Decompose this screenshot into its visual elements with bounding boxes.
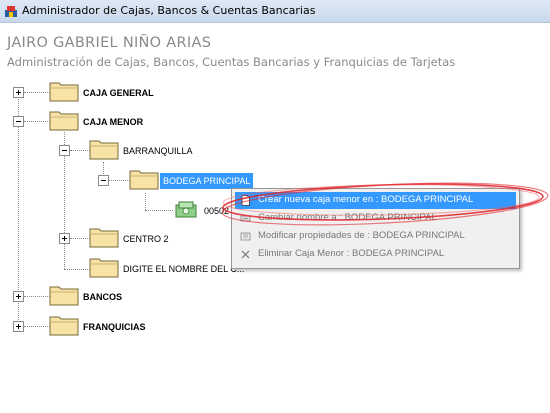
tree-node-barranquilla[interactable]: BARRANQUILLA xyxy=(123,145,193,157)
folder-icon xyxy=(49,111,79,131)
new-document-icon xyxy=(241,195,250,206)
menu-item-crear-caja-menor[interactable]: Crear nueva caja menor en : BODEGA PRINC… xyxy=(235,192,516,209)
collapse-bodega-principal[interactable] xyxy=(98,175,109,186)
delete-icon xyxy=(241,250,250,259)
menu-item-cambiar-nombre[interactable]: Cambiar nombre a : BODEGA PRINCIPAL xyxy=(235,210,516,227)
folder-icon xyxy=(89,258,119,278)
tree-line xyxy=(24,92,50,93)
folder-icon xyxy=(49,316,79,336)
tree-line xyxy=(70,238,90,239)
tree-node-franquicias[interactable]: FRANQUICIAS xyxy=(83,321,146,333)
menu-item-label: Eliminar Caja Menor : BODEGA PRINCIPAL xyxy=(258,248,445,259)
cash-box-icon xyxy=(175,201,197,218)
expand-bancos[interactable] xyxy=(13,291,24,302)
folder-icon xyxy=(49,82,79,102)
tree-line xyxy=(64,269,90,270)
folder-icon xyxy=(49,286,79,306)
expand-centro-2[interactable] xyxy=(59,233,70,244)
tree-line xyxy=(24,326,50,327)
tree-line xyxy=(108,180,130,181)
menu-item-label: Cambiar nombre a : BODEGA PRINCIPAL xyxy=(258,212,437,223)
context-menu: Crear nueva caja menor en : BODEGA PRINC… xyxy=(231,188,520,269)
menu-item-label: Modificar propiedades de : BODEGA PRINCI… xyxy=(258,230,465,241)
tree-node-bodega-principal[interactable]: BODEGA PRINCIPAL xyxy=(160,173,254,189)
menu-item-eliminar-caja-menor[interactable]: Eliminar Caja Menor : BODEGA PRINCIPAL xyxy=(235,246,516,263)
menu-item-label: Crear nueva caja menor en : BODEGA PRINC… xyxy=(258,194,474,205)
tree-line xyxy=(145,193,146,210)
tree-node-caja-00502[interactable]: 00502 xyxy=(204,205,229,217)
tree-node-caja-menor[interactable]: CAJA MENOR xyxy=(83,116,143,128)
rename-icon xyxy=(240,215,251,222)
menu-item-modificar-propiedades[interactable]: Modificar propiedades de : BODEGA PRINCI… xyxy=(235,228,516,245)
tree-node-centro-2[interactable]: CENTRO 2 xyxy=(123,233,169,245)
folder-icon xyxy=(129,170,159,190)
tree-node-caja-general[interactable]: CAJA GENERAL xyxy=(83,87,154,99)
tree-node-digite-nombre[interactable]: DIGITE EL NOMBRE DEL C... xyxy=(123,263,244,275)
folder-icon xyxy=(89,228,119,248)
tree-line xyxy=(70,150,90,151)
expand-caja-general[interactable] xyxy=(13,87,24,98)
tree-line xyxy=(145,210,173,211)
folder-icon xyxy=(89,140,119,160)
collapse-barranquilla[interactable] xyxy=(59,145,70,156)
tree-line xyxy=(24,121,50,122)
expand-franquicias[interactable] xyxy=(13,321,24,332)
tree-line xyxy=(24,296,50,297)
properties-icon xyxy=(240,232,251,241)
tree-node-bancos[interactable]: BANCOS xyxy=(83,291,122,303)
collapse-caja-menor[interactable] xyxy=(13,116,24,127)
